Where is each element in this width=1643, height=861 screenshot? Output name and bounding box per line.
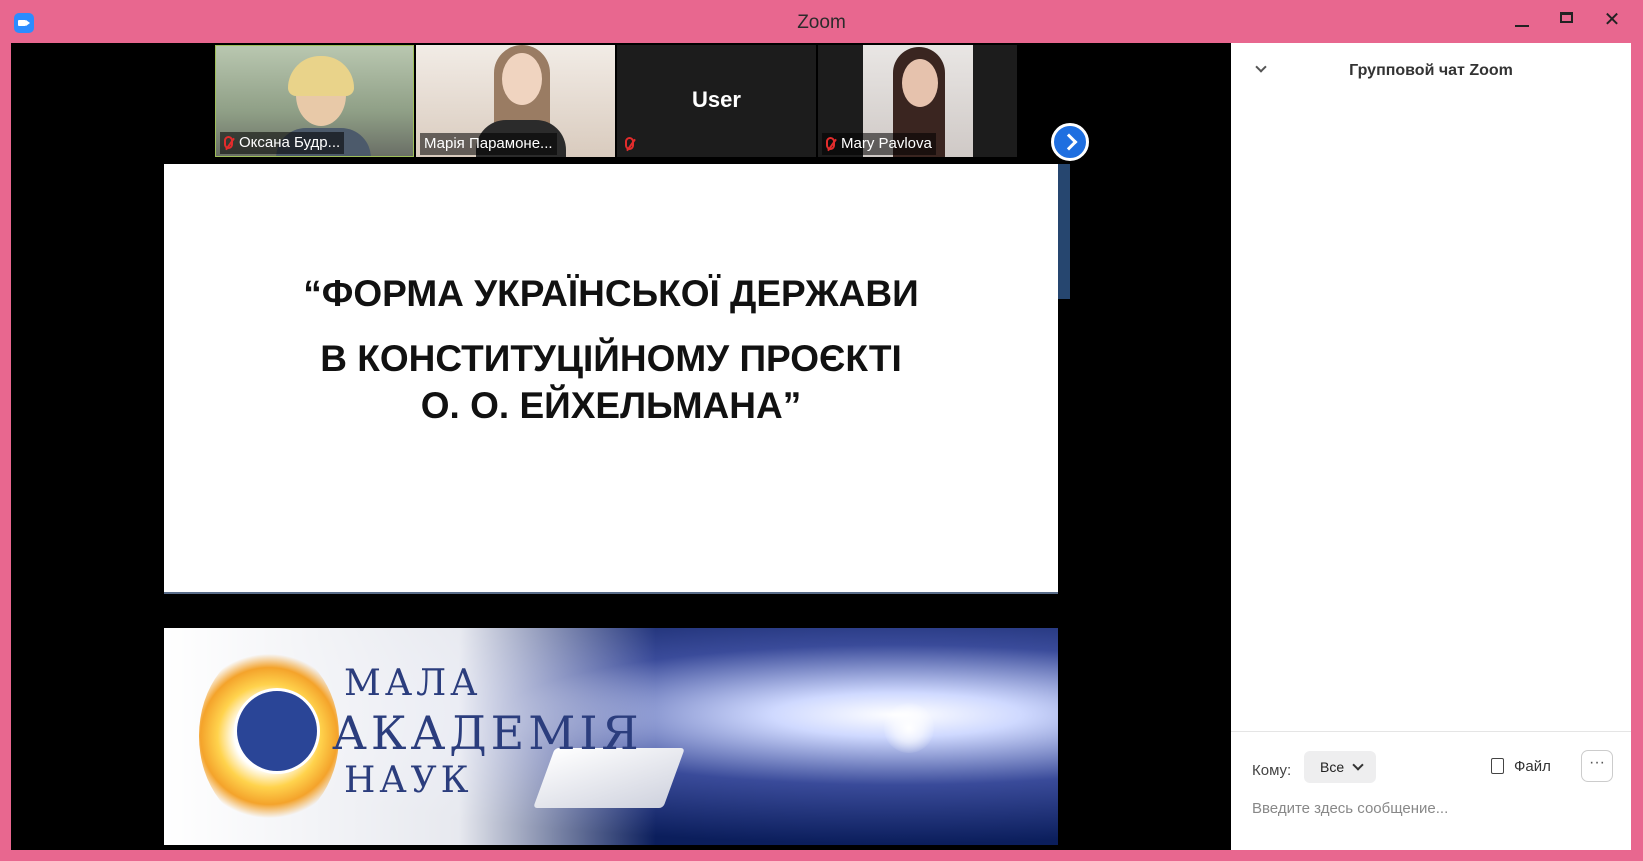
participant-name-tag bbox=[621, 133, 644, 155]
mic-off-icon bbox=[625, 137, 634, 150]
slide-divider-bar bbox=[164, 592, 1058, 630]
logo-text-nauk: НАУК bbox=[344, 760, 473, 801]
participant-tile[interactable]: Марія Парамоне... bbox=[416, 45, 615, 157]
chat-composer: Кому: Все Файл ··· bbox=[1231, 731, 1631, 851]
chat-title: Групповой чат Zoom bbox=[1349, 62, 1513, 79]
title-bar: Zoom ✕ bbox=[0, 0, 1643, 45]
mic-off-icon bbox=[826, 137, 835, 150]
slide-title-line-2: В КОНСТИТУЦІЙНОМУ ПРОЄКТІ bbox=[320, 338, 902, 379]
file-label: Файл bbox=[1514, 758, 1551, 775]
maximize-button[interactable] bbox=[1545, 4, 1589, 34]
window-title: Zoom bbox=[797, 12, 846, 33]
file-icon bbox=[1491, 758, 1504, 774]
participant-hair bbox=[288, 56, 354, 96]
participant-tile[interactable]: Оксана Будр... bbox=[215, 45, 414, 157]
next-arrow-icon[interactable] bbox=[1051, 123, 1089, 161]
more-icon[interactable]: ··· bbox=[1581, 750, 1613, 782]
close-button[interactable]: ✕ bbox=[1590, 4, 1634, 34]
participant-face bbox=[502, 53, 542, 105]
participant-thumbnails: Оксана Будр... Марія Парамоне... User Ma… bbox=[215, 45, 1045, 157]
maximize-icon bbox=[1560, 12, 1573, 23]
participant-name-tag: Mary Pavlova bbox=[822, 133, 936, 155]
zoom-window: Zoom ✕ Оксана Будр... Марія Парамоне... … bbox=[0, 0, 1643, 861]
recipient-value: Все bbox=[1320, 759, 1345, 775]
participant-name-tag: Марія Парамоне... bbox=[420, 133, 557, 155]
participant-name-tag: Оксана Будр... bbox=[220, 132, 345, 154]
chevron-down-icon bbox=[1352, 759, 1364, 771]
participant-tile[interactable]: Mary Pavlova bbox=[818, 45, 1017, 157]
message-input[interactable] bbox=[1252, 800, 1612, 817]
slide-banner: МАЛА АКАДЕМІЯ НАУК bbox=[164, 628, 1058, 845]
recipient-select[interactable]: Все bbox=[1304, 751, 1376, 783]
logo-text-mala: МАЛА bbox=[344, 663, 482, 704]
slide-title-line-1: “ФОРМА УКРАЇНСЬКОЇ ДЕРЖАВИ bbox=[303, 273, 919, 314]
participant-tile[interactable]: User bbox=[617, 45, 816, 157]
participant-name: Mary Pavlova bbox=[841, 135, 932, 152]
slide-title-line-3: О. О. ЕЙХЕЛЬМАНА” bbox=[420, 385, 802, 426]
window-bottom-border bbox=[0, 850, 1643, 861]
logo-emblem bbox=[234, 688, 320, 774]
to-label: Кому: bbox=[1252, 762, 1292, 779]
participant-face bbox=[902, 59, 938, 107]
file-button[interactable]: Файл bbox=[1491, 754, 1551, 780]
shared-slide: “ФОРМА УКРАЇНСЬКОЇ ДЕРЖАВИ В КОНСТИТУЦІЙ… bbox=[164, 164, 1058, 845]
minimize-icon bbox=[1515, 25, 1529, 27]
participant-name: Оксана Будр... bbox=[239, 134, 341, 151]
participant-name: Марія Парамоне... bbox=[424, 135, 553, 152]
chat-panel: Групповой чат Zoom Кому: Все Файл ··· bbox=[1231, 43, 1631, 850]
planet-glow bbox=[884, 703, 934, 753]
logo-text-akademiya: АКАДЕМІЯ bbox=[332, 706, 643, 760]
slide-scroll-indicator bbox=[1058, 164, 1070, 299]
mic-off-icon bbox=[224, 136, 233, 149]
minimize-button[interactable] bbox=[1500, 4, 1544, 34]
participant-placeholder-name: User bbox=[692, 87, 741, 112]
